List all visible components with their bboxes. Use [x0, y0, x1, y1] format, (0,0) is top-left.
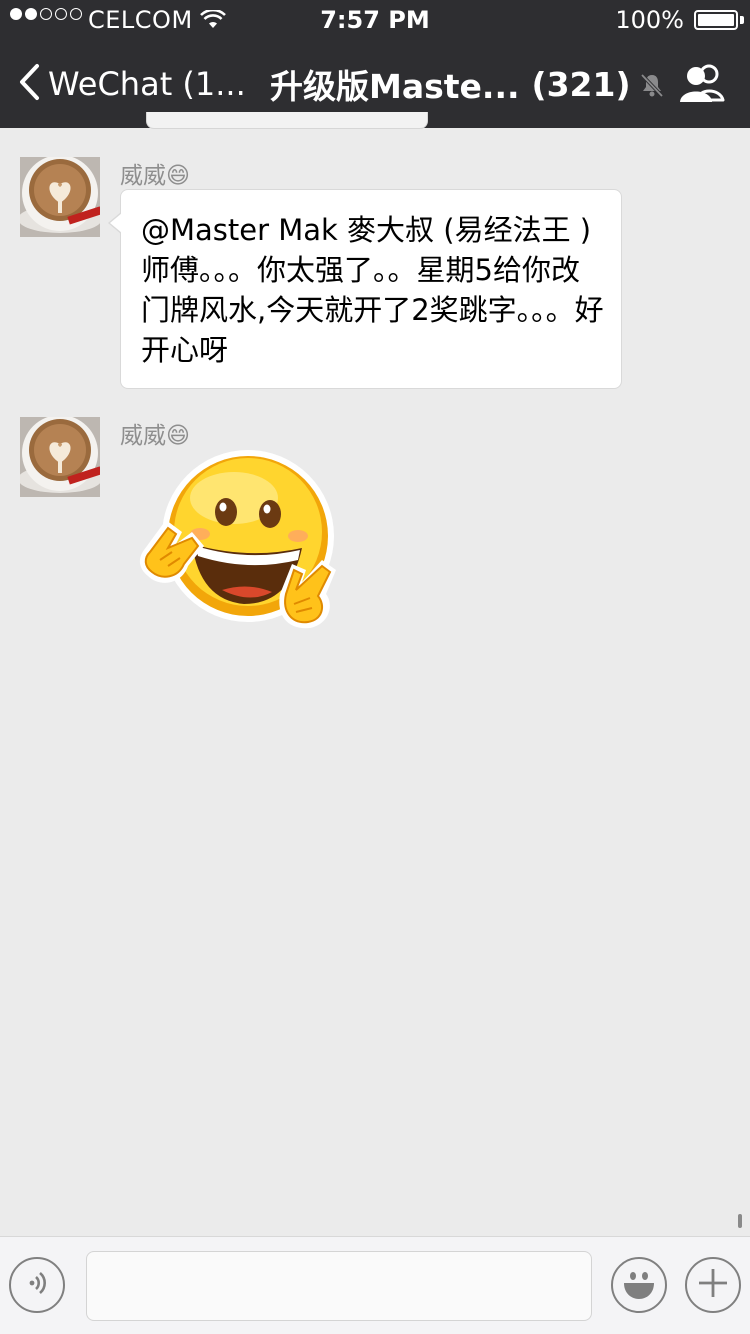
status-bar: CELCOM 7:57 PM 100% — [0, 0, 750, 40]
peace-sign-smiley-sticker[interactable] — [130, 448, 350, 638]
input-bar — [0, 1236, 750, 1334]
voice-button[interactable] — [9, 1257, 65, 1313]
sender-name: 威威😄 — [120, 163, 190, 189]
message-input[interactable] — [86, 1251, 592, 1321]
group-members-button[interactable] — [678, 64, 726, 108]
voice-icon — [22, 1268, 52, 1302]
add-button[interactable] — [685, 1257, 741, 1313]
chat-title: 升级版Maste... — [270, 67, 520, 106]
battery-icon — [694, 10, 738, 30]
chevron-left-icon — [18, 63, 40, 105]
avatar[interactable] — [20, 157, 100, 237]
mute-bell-icon — [639, 72, 665, 102]
scroll-indicator[interactable] — [738, 1214, 742, 1228]
battery-percentage: 100% — [615, 6, 684, 34]
member-count: (321) — [531, 64, 631, 104]
back-label: WeChat (1... — [48, 65, 246, 103]
battery-tip — [740, 16, 744, 24]
emoji-button[interactable] — [611, 1257, 667, 1313]
top-bar: CELCOM 7:57 PM 100% WeChat (1... 升级版Mast… — [0, 0, 750, 128]
message-bubble[interactable]: @Master Mak 麥大叔 (易经法王 ) 师傅。。。你太强了。。星期5给你… — [108, 189, 622, 389]
emoji-icon — [619, 1263, 659, 1307]
sender-name: 威威😄 — [120, 423, 190, 449]
previous-message-bubble-edge — [146, 112, 428, 129]
group-members-icon — [678, 64, 726, 108]
add-icon — [696, 1266, 730, 1304]
avatar[interactable] — [20, 417, 100, 497]
